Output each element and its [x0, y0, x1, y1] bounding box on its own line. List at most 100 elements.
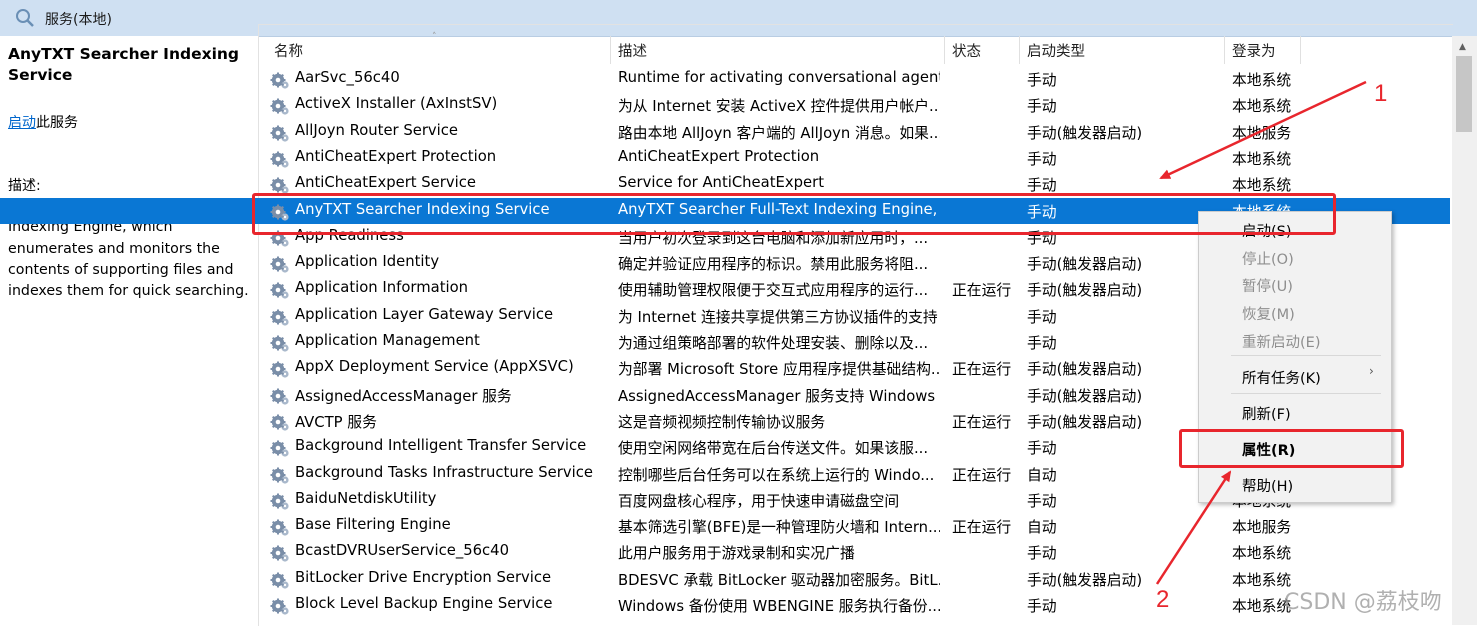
service-gear-icon — [270, 412, 290, 432]
service-startup-type: 自动 — [1027, 519, 1057, 537]
service-gear-icon — [270, 543, 290, 563]
service-name: BitLocker Drive Encryption Service — [295, 568, 552, 586]
service-gear-icon — [270, 491, 290, 511]
annotation-highlight-selected-row — [252, 193, 1336, 235]
column-divider[interactable] — [944, 36, 945, 64]
service-startup-type: 手动 — [1027, 545, 1057, 563]
watermark: CSDN @荔枝吻 — [1284, 590, 1442, 615]
service-description-cell: 这是音频视频控制传输协议服务 — [618, 413, 826, 431]
service-description-cell: Runtime for activating conversational ag… — [618, 69, 940, 86]
service-startup-type: 手动(触发器启动) — [1027, 256, 1143, 274]
service-startup-type: 手动 — [1027, 492, 1057, 510]
service-gear-icon — [270, 517, 290, 537]
menu-item-stop[interactable]: 停止(O) — [1242, 248, 1294, 269]
menu-item-help[interactable]: 帮助(H) — [1242, 475, 1293, 496]
service-startup-type: 手动 — [1027, 150, 1057, 168]
service-startup-type: 手动 — [1027, 335, 1057, 352]
menu-separator — [1231, 393, 1381, 394]
service-name: Application Management — [295, 332, 480, 349]
service-startup-type: 手动 — [1027, 598, 1057, 615]
menu-item-all-tasks[interactable]: 所有任务(K) — [1242, 367, 1321, 388]
service-startup-type: 手动 — [1027, 72, 1057, 89]
service-name: Application Identity — [295, 253, 440, 271]
service-logon-as: 本地系统 — [1232, 150, 1292, 168]
table-row[interactable]: BitLocker Drive Encryption Service BDESVC… — [0, 566, 1450, 592]
sort-ascending-icon: ˄ — [432, 32, 437, 42]
column-header-startup-type[interactable]: 启动类型 — [1027, 40, 1085, 62]
service-status: 正在运行 — [952, 361, 1012, 379]
service-name: ActiveX Installer (AxInstSV) — [295, 95, 498, 113]
service-description-cell: 百度网盘核心程序，用于快速申请磁盘空间 — [618, 492, 900, 510]
service-startup-type: 手动(触发器启动) — [1027, 571, 1143, 589]
table-row[interactable]: ActiveX Installer (AxInstSV) 为从 Internet … — [0, 92, 1450, 118]
vertical-scrollbar[interactable]: ▲ — [1452, 36, 1477, 625]
service-description-cell: 使用空闲网络带宽在后台传送文件。如果该服... — [618, 440, 929, 458]
table-row[interactable]: Block Level Backup Engine Service Windows… — [0, 592, 1450, 618]
service-startup-type: 手动 — [1027, 98, 1057, 116]
service-status: 正在运行 — [952, 519, 1012, 537]
menu-item-resume[interactable]: 恢复(M) — [1242, 303, 1295, 324]
service-logon-as: 本地系统 — [1232, 72, 1292, 89]
service-gear-icon — [270, 254, 290, 274]
service-name: BcastDVRUserService_56c40 — [295, 542, 510, 560]
service-startup-type: 手动(触发器启动) — [1027, 282, 1143, 300]
table-row[interactable]: AarSvc_56c40 Runtime for activating conve… — [0, 66, 1450, 92]
table-row[interactable]: Base Filtering Engine 基本筛选引擎(BFE)是一种管理防火墙… — [0, 513, 1450, 539]
annotation-highlight-properties — [1179, 429, 1404, 468]
column-divider[interactable] — [1224, 36, 1225, 64]
service-gear-icon — [270, 96, 290, 116]
service-name: Background Tasks Infrastructure Service — [295, 463, 593, 481]
service-name: AntiCheatExpert Service — [295, 174, 476, 192]
column-divider[interactable] — [1019, 36, 1020, 64]
service-gear-icon — [270, 307, 290, 327]
service-gear-icon — [270, 280, 290, 300]
service-name: AllJoyn Router Service — [295, 121, 459, 139]
menu-item-restart[interactable]: 重新启动(E) — [1242, 331, 1320, 352]
column-divider[interactable] — [610, 36, 611, 64]
column-header-description[interactable]: 描述 — [618, 40, 647, 62]
service-gear-icon — [270, 596, 290, 616]
service-gear-icon — [270, 359, 290, 379]
service-gear-icon — [270, 123, 290, 143]
column-header-status[interactable]: 状态 — [952, 40, 981, 62]
service-name: Application Information — [295, 279, 469, 297]
service-description-cell: Service for AntiCheatExpert — [618, 174, 825, 192]
service-gear-icon — [270, 570, 290, 590]
service-description-cell: BDESVC 承载 BitLocker 驱动器加密服务。BitL... — [618, 571, 940, 589]
service-startup-type: 手动(触发器启动) — [1027, 361, 1143, 379]
menu-separator — [1231, 355, 1381, 356]
service-gear-icon — [270, 333, 290, 353]
scroll-up-icon[interactable]: ▲ — [1459, 42, 1466, 52]
service-description-cell: Windows 备份使用 WBENGINE 服务执行备份... — [618, 598, 940, 615]
scrollbar-thumb[interactable] — [1456, 56, 1472, 132]
service-status: 正在运行 — [952, 282, 1012, 300]
column-header-logon-as[interactable]: 登录为 — [1232, 40, 1276, 62]
service-name: AntiCheatExpert Protection — [295, 147, 497, 165]
service-description-cell: 确定并验证应用程序的标识。禁用此服务将阻... — [618, 256, 929, 274]
service-status: 正在运行 — [952, 413, 1012, 431]
table-row[interactable]: AntiCheatExpert Protection AntiCheatExper… — [0, 145, 1450, 171]
service-description-cell: 路由本地 AllJoyn 客户端的 AllJoyn 消息。如果... — [618, 124, 940, 142]
service-description-cell: 为 Internet 连接共享提供第三方协议插件的支持 — [618, 308, 938, 326]
column-divider[interactable] — [1300, 36, 1301, 64]
table-row[interactable]: BcastDVRUserService_56c40 此用户服务用于游戏录制和实况广… — [0, 539, 1450, 565]
menu-item-pause[interactable]: 暂停(U) — [1242, 275, 1293, 296]
annotation-label-2: 2 — [1156, 586, 1170, 613]
service-name: Background Intelligent Transfer Service — [295, 437, 587, 455]
service-logon-as: 本地服务 — [1232, 124, 1292, 142]
service-gear-icon — [270, 70, 290, 90]
service-logon-as: 本地系统 — [1232, 545, 1292, 563]
column-header-name[interactable]: 名称 — [274, 40, 303, 62]
service-logon-as: 本地系统 — [1232, 98, 1292, 116]
service-name: AVCTP 服务 — [295, 413, 377, 431]
service-description-cell: 基本筛选引擎(BFE)是一种管理防火墙和 Intern... — [618, 519, 940, 537]
service-startup-type: 手动(触发器启动) — [1027, 387, 1143, 405]
service-name: AssignedAccessManager 服务 — [295, 387, 512, 405]
service-description-cell: 使用辅助管理权限便于交互式应用程序的运行... — [618, 282, 929, 300]
menu-item-refresh[interactable]: 刷新(F) — [1242, 403, 1291, 424]
service-description-cell: 为部署 Microsoft Store 应用程序提供基础结构... — [618, 361, 940, 379]
service-startup-type: 手动(触发器启动) — [1027, 124, 1143, 142]
table-row[interactable]: AllJoyn Router Service 路由本地 AllJoyn 客户端的 … — [0, 119, 1450, 145]
service-logon-as: 本地服务 — [1232, 519, 1292, 537]
service-description-cell: AntiCheatExpert Protection — [618, 147, 820, 165]
